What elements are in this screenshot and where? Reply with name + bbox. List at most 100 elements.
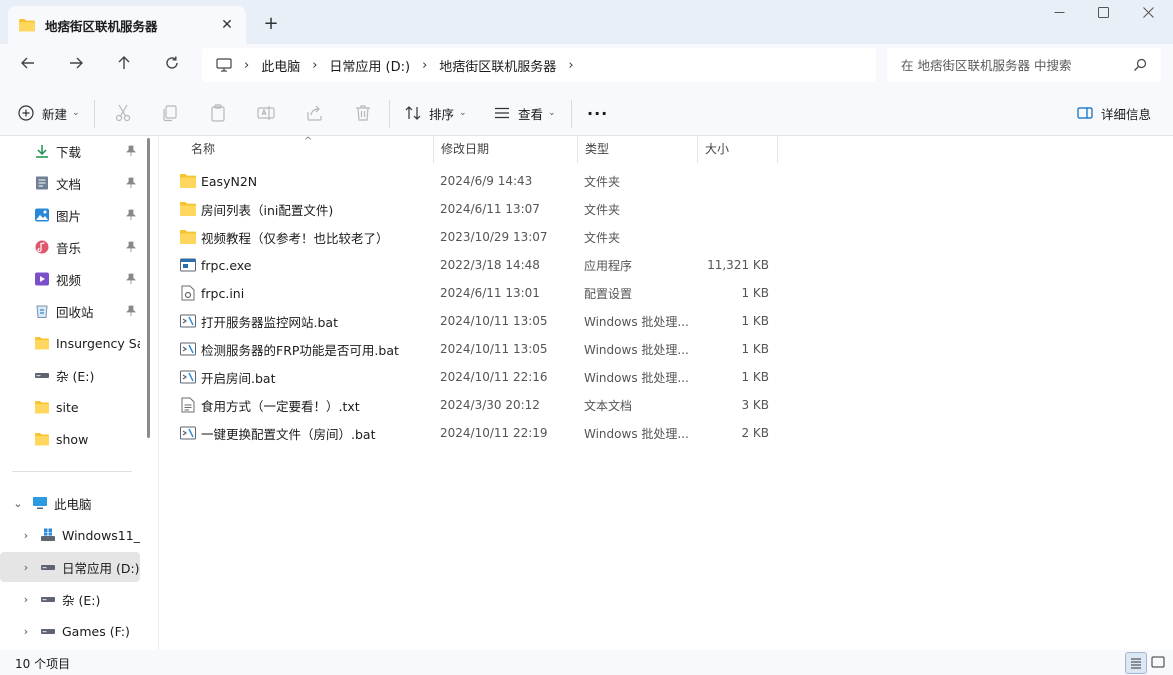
file-row[interactable]: 一键更换配置文件（房间）.bat 2024/10/11 22:19 Windows … (173, 419, 813, 447)
maximize-button[interactable] (1080, 0, 1126, 32)
drive-icon (41, 565, 55, 570)
file-name: frpc.exe (201, 257, 252, 273)
file-row[interactable]: 检测服务器的FRP功能是否可用.bat 2024/10/11 13:05 Windo… (173, 335, 813, 363)
sidebar-item-videos[interactable]: 视频 (0, 264, 140, 294)
chevron-right-icon[interactable]: › (18, 625, 34, 638)
sidebar-item-insurgency-sandstorm[interactable]: Insurgency Sandstorm (0, 328, 140, 358)
search-input[interactable] (901, 57, 1121, 73)
new-button[interactable]: 新建 ⌄ (18, 100, 80, 126)
folder-icon (180, 174, 196, 188)
this-pc-icon (216, 58, 232, 72)
chevron-right-icon[interactable]: › (422, 58, 427, 73)
chevron-right-icon[interactable]: › (244, 58, 249, 73)
column-header-date[interactable]: 修改日期 (433, 136, 577, 163)
file-name: frpc.ini (201, 285, 245, 301)
search-icon[interactable] (1133, 58, 1147, 72)
close-button[interactable] (1125, 0, 1171, 32)
bat-file-icon (180, 314, 196, 328)
paste-icon[interactable] (208, 103, 228, 123)
file-row[interactable]: 视频教程（仅参考！也比较老了） 2023/10/29 13:07 文件夹 (173, 223, 813, 251)
sidebar-item-label: site (56, 399, 79, 415)
details-view-icon (1131, 658, 1141, 669)
view-button[interactable]: 查看 ⌄ (494, 100, 556, 126)
sidebar-item-downloads[interactable]: 下载 (0, 136, 140, 166)
sidebar-item-pictures[interactable]: 图片 (0, 200, 140, 230)
column-header-size[interactable]: 大小 (697, 136, 777, 163)
forward-button[interactable] (60, 52, 92, 80)
column-separator[interactable] (777, 136, 778, 163)
pin-icon[interactable] (125, 177, 137, 189)
sidebar-item-drive-e[interactable]: 杂 (E:) (0, 360, 140, 390)
file-row[interactable]: 开启房间.bat 2024/10/11 22:16 Windows 批处理... 1 … (173, 363, 813, 391)
file-type: 文件夹 (584, 174, 621, 189)
pin-icon[interactable] (125, 241, 137, 253)
file-type: Windows 批处理... (584, 370, 689, 385)
file-type: 文件夹 (584, 230, 621, 245)
chevron-right-icon[interactable]: › (18, 529, 34, 542)
sidebar-item-music[interactable]: 音乐 (0, 232, 140, 262)
breadcrumb-this-pc[interactable]: 此电脑 (261, 56, 300, 75)
more-options-button[interactable]: ··· (587, 100, 608, 126)
sidebar-item-drive-d[interactable]: › 日常应用 (D:) (0, 552, 140, 582)
pin-icon[interactable] (125, 209, 137, 221)
file-row[interactable]: frpc.ini 2024/6/11 13:01 配置设置 1 KB (173, 279, 813, 307)
file-row[interactable]: 食用方式（一定要看！）.txt 2024/3/30 20:12 文本文档 3 KB (173, 391, 813, 419)
new-tab-button[interactable]: + (260, 13, 282, 35)
file-type: 文本文档 (584, 398, 633, 413)
copy-icon[interactable] (160, 103, 180, 123)
share-icon[interactable] (305, 103, 325, 123)
tab-close-icon[interactable]: ✕ (216, 15, 238, 35)
sidebar-item-recycle-bin[interactable]: 回收站 (0, 296, 140, 326)
chevron-right-icon[interactable]: › (568, 58, 573, 73)
minimize-button[interactable] (1036, 0, 1082, 32)
file-row[interactable]: frpc.exe 2022/3/18 14:48 应用程序 11,321 KB (173, 251, 813, 279)
file-date: 2024/6/9 14:43 (440, 174, 533, 188)
column-header-type[interactable]: 类型 (577, 136, 697, 163)
details-pane-button[interactable]: 详细信息 (1077, 100, 1151, 126)
chevron-right-icon[interactable]: › (18, 561, 34, 574)
pin-icon[interactable] (125, 273, 137, 285)
bat-file-icon (180, 426, 196, 440)
tab-current[interactable]: 地痞街区联机服务器 ✕ (8, 6, 246, 44)
search-box[interactable] (887, 48, 1161, 82)
column-header-name[interactable]: 名称 (183, 136, 433, 163)
toolbar-divider (571, 100, 572, 128)
chevron-right-icon[interactable]: › (312, 58, 317, 73)
chevron-down-icon[interactable]: ⌄ (10, 497, 26, 510)
sidebar-item-drive-e-tree[interactable]: › 杂 (E:) (0, 584, 140, 614)
breadcrumb-drive-d[interactable]: 日常应用 (D:) (329, 56, 410, 75)
details-view-button[interactable] (1125, 652, 1147, 674)
file-name: 食用方式（一定要看！）.txt (201, 398, 360, 414)
back-button[interactable] (12, 52, 44, 80)
cut-icon[interactable] (113, 103, 133, 123)
sidebar-item-drive-f[interactable]: › Games (F:) (0, 616, 140, 646)
pin-icon[interactable] (125, 145, 137, 157)
up-button[interactable] (108, 52, 140, 80)
file-row[interactable]: 房间列表（ini配置文件) 2024/6/11 13:07 文件夹 (173, 195, 813, 223)
file-date: 2024/6/11 13:07 (440, 202, 540, 216)
sidebar-item-show[interactable]: show (0, 424, 140, 454)
breadcrumb-current-folder[interactable]: 地痞街区联机服务器 (439, 56, 556, 75)
sidebar-item-drive-c[interactable]: › Windows11_PE (C:) (0, 520, 140, 550)
chevron-right-icon[interactable]: › (18, 593, 34, 606)
rename-icon[interactable] (256, 103, 276, 123)
sidebar-scrollbar[interactable] (147, 138, 150, 438)
sidebar-item-documents[interactable]: 文档 (0, 168, 140, 198)
command-bar: 新建 ⌄ 排序 ⌄ 查看 ⌄ ··· 详细信息 (0, 88, 1173, 136)
tiles-view-button[interactable] (1148, 652, 1170, 674)
item-count: 10 个项目 (15, 657, 71, 671)
file-row[interactable]: 打开服务器监控网站.bat 2024/10/11 13:05 Windows 批处理… (173, 307, 813, 335)
sidebar-item-label: 视频 (56, 272, 82, 288)
folder-icon (180, 202, 196, 216)
delete-icon[interactable] (353, 103, 373, 123)
title-bar: 地痞街区联机服务器 ✕ + (0, 0, 1173, 44)
sidebar-item-this-pc[interactable]: ⌄ 此电脑 (0, 488, 140, 518)
sidebar-item-site[interactable]: site (0, 392, 140, 422)
file-type: Windows 批处理... (584, 314, 689, 329)
file-date: 2024/10/11 13:05 (440, 342, 548, 356)
sort-button[interactable]: 排序 ⌄ (405, 100, 467, 126)
file-row[interactable]: EasyN2N 2024/6/9 14:43 文件夹 (173, 167, 813, 195)
refresh-button[interactable] (156, 52, 188, 80)
pin-icon[interactable] (125, 305, 137, 317)
address-bar[interactable]: › 此电脑 › 日常应用 (D:) › 地痞街区联机服务器 › (202, 48, 876, 82)
